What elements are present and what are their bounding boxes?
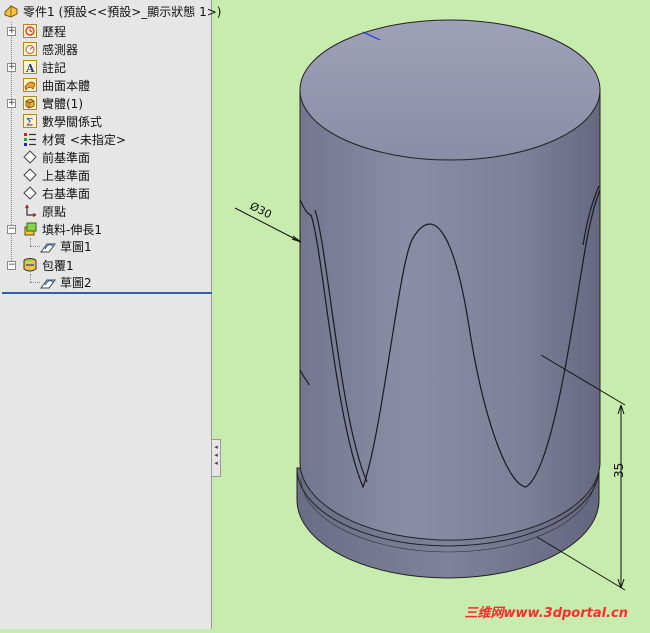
rollback-bar[interactable] [2, 292, 212, 294]
tree-item-history[interactable]: 歷程 [22, 22, 66, 40]
plane-icon [22, 167, 38, 183]
surface-body-icon [22, 77, 38, 93]
tree-item-label: 前基準面 [42, 150, 91, 165]
tree-item-sensors[interactable]: 感測器 [22, 40, 78, 58]
expand-toggle-boss-extrude[interactable]: − [7, 225, 16, 234]
tree-item-material[interactable]: 材質 <未指定> [22, 130, 126, 148]
tree-item-label: 材質 <未指定> [42, 132, 126, 147]
tree-item-label: 包覆1 [42, 258, 74, 273]
tree-item-sketch1[interactable]: 草圖1 [40, 237, 92, 255]
plane-icon [22, 185, 38, 201]
annotation-icon: A [22, 59, 38, 75]
sensor-icon [22, 41, 38, 57]
tree-item-sketch2[interactable]: 草圖2 [40, 273, 92, 291]
svg-text:A: A [25, 62, 35, 75]
tree-item-label: 歷程 [42, 24, 67, 39]
history-icon [22, 23, 38, 39]
graphics-viewport[interactable]: Ø30 35 [213, 0, 650, 629]
tree-root-label: 零件1 (預設<<預設>_顯示狀態 1>) [23, 4, 222, 19]
tree-root-part[interactable]: 零件1 (預設<<預設>_顯示狀態 1>) [3, 2, 221, 20]
svg-text:Σ: Σ [26, 118, 33, 129]
sketch-icon [40, 238, 56, 254]
sketch-icon [40, 274, 56, 290]
expand-toggle-history[interactable]: + [7, 27, 16, 36]
tree-item-label: 填料-伸長1 [42, 222, 102, 237]
plane-icon [22, 149, 38, 165]
tree-item-label: 實體(1) [42, 96, 83, 111]
wrap-icon [22, 257, 38, 273]
tree-item-label: 原點 [42, 204, 67, 219]
tree-item-surface-bodies[interactable]: 曲面本體 [22, 76, 90, 94]
tree-item-label: 數學關係式 [42, 114, 103, 129]
origin-icon [22, 203, 38, 219]
tree-item-top-plane[interactable]: 上基準面 [22, 166, 90, 184]
expand-toggle-solid-bodies[interactable]: + [7, 99, 16, 108]
tree-item-label: 感測器 [42, 42, 79, 57]
tree-item-equations[interactable]: Σ 數學關係式 [22, 112, 102, 130]
tree-item-label: 草圖1 [60, 239, 92, 254]
tree-item-label: 曲面本體 [42, 78, 91, 93]
diameter-dimension: Ø30 [234, 199, 302, 243]
watermark: 三维网www.3dportal.cn [464, 606, 628, 621]
expand-toggle-annotations[interactable]: + [7, 63, 16, 72]
equations-icon: Σ [22, 113, 38, 129]
tree-item-right-plane[interactable]: 右基準面 [22, 184, 90, 202]
tree-item-label: 右基準面 [42, 186, 91, 201]
part-icon [3, 3, 19, 19]
tree-item-annotations[interactable]: A 註記 [22, 58, 66, 76]
boss-extrude-icon [22, 221, 38, 237]
tree-item-label: 草圖2 [60, 275, 92, 290]
tree-item-front-plane[interactable]: 前基準面 [22, 148, 90, 166]
tree-child-guide [30, 246, 40, 247]
solid-body-icon [22, 95, 38, 111]
tree-item-wrap[interactable]: 包覆1 [22, 256, 74, 274]
tree-child-guide [30, 238, 31, 246]
diameter-dimension-label: Ø30 [248, 199, 274, 221]
tree-item-origin[interactable]: 原點 [22, 202, 66, 220]
feature-manager-tree: 零件1 (預設<<預設>_顯示狀態 1>) + 歷程 感測器 + A 註記 曲面… [0, 0, 221, 629]
tree-item-boss-extrude[interactable]: 填料-伸長1 [22, 220, 102, 238]
tree-child-guide [30, 282, 40, 283]
expand-toggle-wrap[interactable]: − [7, 261, 16, 270]
tree-item-label: 上基準面 [42, 168, 91, 183]
model-view: Ø30 35 [234, 19, 626, 591]
tree-child-guide [30, 274, 31, 282]
tree-item-label: 註記 [42, 60, 67, 75]
height-dimension-label: 35 [612, 463, 626, 478]
cylinder-body [299, 19, 601, 541]
material-icon [22, 131, 38, 147]
tree-item-solid-bodies[interactable]: 實體(1) [22, 94, 83, 112]
